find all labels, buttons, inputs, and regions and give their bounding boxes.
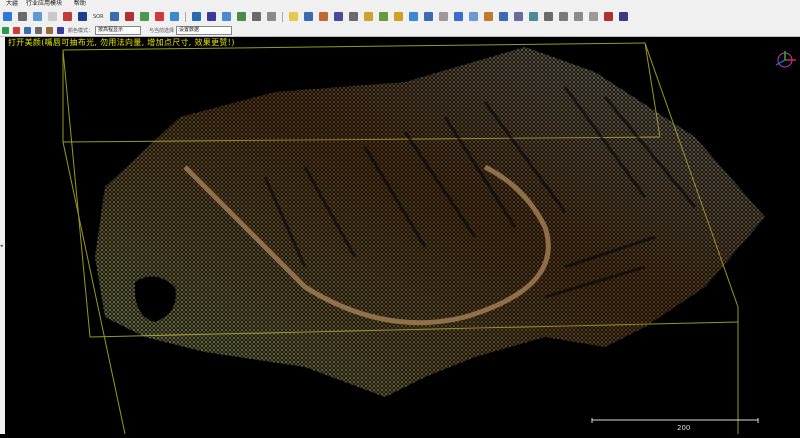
window-icon[interactable]: [408, 12, 418, 21]
pm-button[interactable]: [558, 12, 568, 21]
rotate-icon[interactable]: [33, 12, 42, 21]
mls-button[interactable]: [618, 12, 628, 21]
color-bar-icon[interactable]: [13, 27, 20, 34]
grid-icon[interactable]: [48, 12, 57, 21]
box-icon[interactable]: [46, 27, 53, 34]
menu-item-industry[interactable]: 行业应用模块: [26, 0, 62, 7]
toolbar-separator: [281, 11, 283, 22]
kd-button[interactable]: [543, 12, 553, 21]
color-ramp-icon[interactable]: [2, 27, 9, 34]
scale-bar-label: 200: [677, 424, 691, 432]
color-mode-select[interactable]: 按高程显示: [95, 26, 142, 35]
mc-button[interactable]: [573, 12, 583, 21]
chevron-left-icon[interactable]: ◂: [0, 243, 3, 249]
sun-icon[interactable]: [363, 12, 373, 21]
vis-button[interactable]: [438, 12, 448, 21]
sor-button[interactable]: SOR: [93, 14, 104, 20]
shape-icon[interactable]: [63, 12, 72, 21]
grid-chart-icon[interactable]: [221, 12, 231, 21]
flower-icon[interactable]: [483, 12, 493, 21]
brush-icon[interactable]: [393, 12, 403, 21]
ground-icon[interactable]: [139, 12, 149, 21]
colorize-icon[interactable]: [318, 12, 328, 21]
target-icon[interactable]: [453, 12, 463, 21]
measure-icon[interactable]: [154, 12, 164, 21]
toolbar-separator: [184, 11, 186, 22]
screenshot-icon[interactable]: [288, 12, 298, 21]
sphere-icon[interactable]: [588, 12, 598, 21]
filter-icon[interactable]: [109, 12, 119, 21]
slider-icon[interactable]: [266, 12, 276, 21]
segment-icon[interactable]: [124, 12, 134, 21]
layers-icon[interactable]: [333, 12, 343, 21]
edit-icon[interactable]: [169, 12, 179, 21]
point-pick-icon[interactable]: [18, 12, 27, 21]
shade-icon[interactable]: [35, 27, 42, 34]
arrow-icon[interactable]: [24, 27, 31, 34]
fill-icon[interactable]: [57, 27, 64, 34]
cube-icon[interactable]: [528, 12, 538, 21]
fit-label: 与当前选择: [149, 28, 175, 34]
globe-icon[interactable]: [348, 12, 358, 21]
refresh-icon[interactable]: [3, 12, 12, 21]
scale-bar: [591, 418, 759, 423]
fit-select[interactable]: 设置数据: [176, 26, 233, 35]
point-cloud-canvas[interactable]: [5, 37, 800, 435]
menu-bar: 大疆 行业应用模块 帮助: [0, 0, 800, 8]
beautify-notice: 打开美颜(嘴唇可抽布光, 勿用法向量, 增加点尺寸, 效果更赞!): [8, 38, 235, 47]
point-cloud-viewport[interactable]: [5, 37, 800, 435]
main-toolbar: SOR: [0, 8, 800, 25]
secondary-toolbar: 颜色模式： 按高程显示 与当前选择 设置数据: [0, 25, 800, 37]
rhc-button[interactable]: [603, 12, 613, 21]
menu-item-dji[interactable]: 大疆: [6, 0, 18, 7]
pause-icon[interactable]: [251, 12, 261, 21]
line-chart-icon[interactable]: [206, 12, 216, 21]
wave-icon[interactable]: [468, 12, 478, 21]
color-mode-label: 颜色模式：: [68, 28, 94, 34]
split-icon[interactable]: [513, 12, 523, 21]
checker-icon[interactable]: [78, 12, 87, 21]
photo-icon[interactable]: [303, 12, 313, 21]
merge-icon[interactable]: [498, 12, 508, 21]
axis-gizmo[interactable]: [770, 49, 800, 71]
bar-chart-icon[interactable]: [191, 12, 201, 21]
add-icon[interactable]: [236, 12, 246, 21]
pen-icon[interactable]: [378, 12, 388, 21]
menu-item-help[interactable]: 帮助: [74, 0, 86, 7]
scatter-icon[interactable]: [423, 12, 433, 21]
